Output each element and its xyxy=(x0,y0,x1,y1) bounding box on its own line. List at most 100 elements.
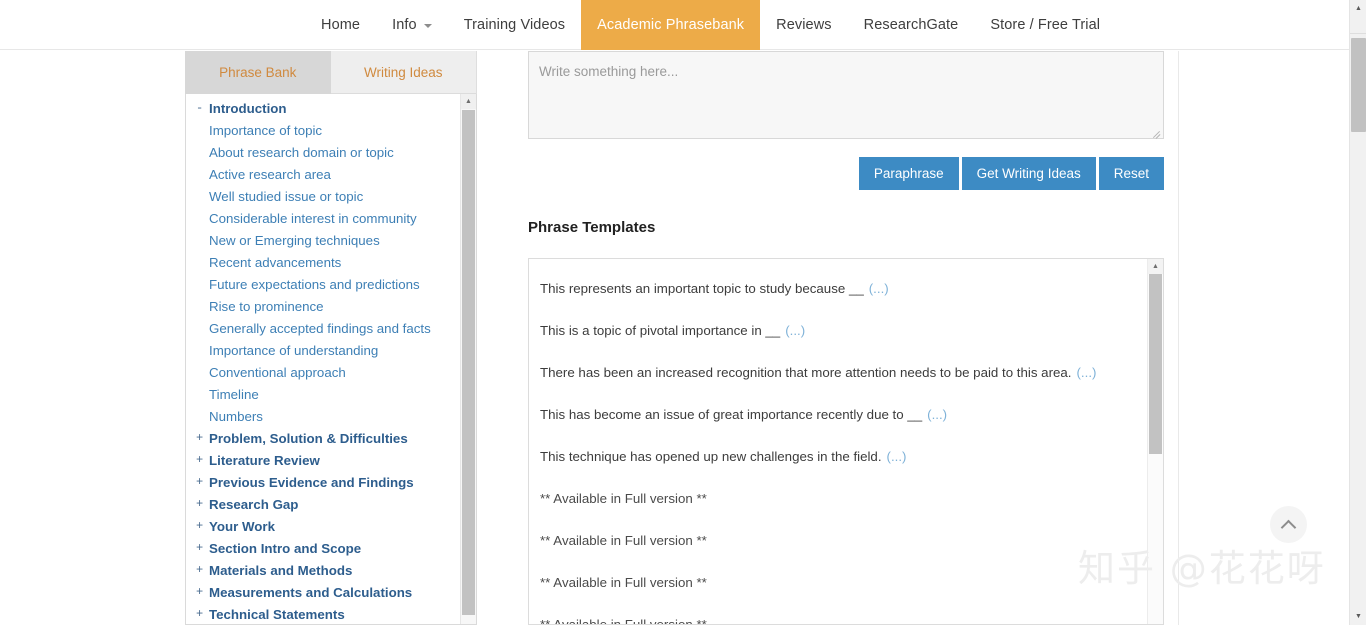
page-scrollbar-thumb[interactable] xyxy=(1351,38,1366,132)
tree-group-row[interactable]: + Previous Evidence and Findings xyxy=(186,471,461,493)
tree-group-row[interactable]: + Section Intro and Scope xyxy=(186,537,461,559)
nav-item-label: Training Videos xyxy=(463,17,566,33)
write-text-input[interactable] xyxy=(528,51,1164,139)
tree-group-row[interactable]: - Introduction xyxy=(186,97,461,119)
tree-leaf-row[interactable]: Future expectations and predictions xyxy=(186,273,461,295)
sidebar-scroll-up-icon[interactable]: ▲ xyxy=(461,94,476,109)
expand-icon[interactable]: + xyxy=(196,454,209,466)
expand-icon[interactable]: + xyxy=(196,608,209,620)
tree-item-label: Previous Evidence and Findings xyxy=(209,474,414,490)
phrase-template-expand-link[interactable]: (...) xyxy=(927,407,947,422)
phrase-bank-tree-panel: - Introduction Importance of topic About re… xyxy=(185,94,477,625)
get-writing-ideas-button[interactable]: Get Writing Ideas xyxy=(961,157,1096,190)
sidebar-scrollbar[interactable]: ▲ xyxy=(460,94,476,624)
phrase-template-row[interactable]: This technique has opened up new challen… xyxy=(540,435,1136,477)
expand-icon[interactable]: + xyxy=(196,542,209,554)
tree-item-label: Active research area xyxy=(209,166,331,182)
tree-item-label: Well studied issue or topic xyxy=(209,188,364,204)
templates-scrollbar-thumb[interactable] xyxy=(1149,274,1162,454)
tree-group-row[interactable]: + Research Gap xyxy=(186,493,461,515)
nav-item-label: ResearchGate xyxy=(863,17,959,33)
expand-icon[interactable]: + xyxy=(196,432,209,444)
nav-item-info[interactable]: Info xyxy=(376,0,448,50)
phrase-template-locked-row[interactable]: ** Available in Full version ** xyxy=(540,603,1136,625)
phrase-template-expand-link[interactable]: (...) xyxy=(869,281,889,296)
nav-item-academic-phrasebank[interactable]: Academic Phrasebank xyxy=(581,0,761,50)
tree-leaf-row[interactable]: Numbers xyxy=(186,405,461,427)
tree-leaf-row[interactable]: Considerable interest in community xyxy=(186,207,461,229)
phrase-template-locked-row[interactable]: ** Available in Full version ** xyxy=(540,561,1136,603)
phrase-template-locked-row[interactable]: ** Available in Full version ** xyxy=(540,519,1136,561)
watermark-text: 知乎 @花花呀 xyxy=(1078,547,1326,590)
nav-item-training-videos[interactable]: Training Videos xyxy=(448,0,581,50)
tree-item-label: Recent advancements xyxy=(209,254,342,270)
tree-leaf-row[interactable]: Active research area xyxy=(186,163,461,185)
tree-item-label: About research domain or topic xyxy=(209,144,394,160)
tree-leaf-row[interactable]: Rise to prominence xyxy=(186,295,461,317)
tree-leaf-row[interactable]: Timeline xyxy=(186,383,461,405)
scroll-to-top-button[interactable] xyxy=(1270,506,1307,543)
tree-item-label: Numbers xyxy=(209,408,263,424)
tree-leaf-row[interactable]: New or Emerging techniques xyxy=(186,229,461,251)
tree-leaf-row[interactable]: Importance of understanding xyxy=(186,339,461,361)
sidebar-tab-strip: Phrase Bank Writing Ideas xyxy=(185,51,477,94)
tree-group-row[interactable]: + Problem, Solution & Difficulties xyxy=(186,427,461,449)
nav-item-label: Store / Free Trial xyxy=(990,17,1101,33)
phrase-template-text: This has become an issue of great import… xyxy=(540,406,923,422)
tree-leaf-row[interactable]: Well studied issue or topic xyxy=(186,185,461,207)
nav-item-list: Home Info Training Videos Academic Phraseba… xyxy=(305,0,1349,50)
tree-group-row[interactable]: + Materials and Methods xyxy=(186,559,461,581)
tree-group-row[interactable]: + Literature Review xyxy=(186,449,461,471)
phrase-template-locked-row[interactable]: ** Available in Full version ** xyxy=(540,477,1136,519)
tree-item-label: Importance of understanding xyxy=(209,342,379,358)
reset-button[interactable]: Reset xyxy=(1098,157,1164,190)
tree-group-row[interactable]: + Measurements and Calculations xyxy=(186,581,461,603)
tree-item-label: Section Intro and Scope xyxy=(209,540,362,556)
expand-icon[interactable]: + xyxy=(196,586,209,598)
expand-icon[interactable]: + xyxy=(196,498,209,510)
nav-item-label: Home xyxy=(321,17,361,33)
nav-item-researchgate[interactable]: ResearchGate xyxy=(848,0,975,50)
phrase-template-text: ** Available in Full version ** xyxy=(540,490,707,506)
sidebar-tab-writing-ideas[interactable]: Writing Ideas xyxy=(330,51,476,94)
expand-icon[interactable]: + xyxy=(196,520,209,532)
sidebar-tab-phrase-bank[interactable]: Phrase Bank xyxy=(185,51,331,94)
phrase-template-expand-link[interactable]: (...) xyxy=(785,323,805,338)
action-button-row: Paraphrase Get Writing Ideas Reset xyxy=(528,157,1164,190)
nav-item-home[interactable]: Home xyxy=(305,0,376,50)
phrase-template-expand-link[interactable]: (...) xyxy=(887,449,907,464)
expand-icon[interactable]: + xyxy=(196,476,209,488)
tree-leaf-row[interactable]: Conventional approach xyxy=(186,361,461,383)
tree-group-row[interactable]: + Technical Statements xyxy=(186,603,461,624)
collapse-icon[interactable]: - xyxy=(196,102,209,114)
tree-leaf-row[interactable]: Recent advancements xyxy=(186,251,461,273)
phrase-template-text: There has been an increased recognition … xyxy=(540,364,1072,380)
tree-leaf-row[interactable]: Generally accepted findings and facts xyxy=(186,317,461,339)
phrase-templates-list: This represents an important topic to st… xyxy=(529,267,1147,625)
page-scrollbar[interactable]: ▲ ▼ xyxy=(1349,0,1366,625)
phrase-template-text: This technique has opened up new challen… xyxy=(540,448,882,464)
page-scroll-up-icon[interactable]: ▲ xyxy=(1350,0,1366,17)
tree-item-label: Research Gap xyxy=(209,496,299,512)
chevron-down-icon xyxy=(423,24,432,28)
templates-scroll-up-icon[interactable]: ▲ xyxy=(1148,259,1163,274)
tree-item-label: Technical Statements xyxy=(209,606,345,622)
phrase-template-row[interactable]: This represents an important topic to st… xyxy=(540,267,1136,309)
phrase-template-expand-link[interactable]: (...) xyxy=(1077,365,1097,380)
tree-item-label: Introduction xyxy=(209,100,287,116)
nav-item-store-free-trial[interactable]: Store / Free Trial xyxy=(974,0,1116,50)
phrase-template-row[interactable]: This has become an issue of great import… xyxy=(540,393,1136,435)
phrase-bank-tree: - Introduction Importance of topic About re… xyxy=(186,97,461,624)
expand-icon[interactable]: + xyxy=(196,564,209,576)
phrase-template-text: This is a topic of pivotal importance in… xyxy=(540,322,781,338)
tree-item-label: Problem, Solution & Difficulties xyxy=(209,430,408,446)
nav-item-reviews[interactable]: Reviews xyxy=(760,0,848,50)
tree-leaf-row[interactable]: Importance of topic xyxy=(186,119,461,141)
sidebar-scrollbar-thumb[interactable] xyxy=(462,110,475,615)
phrase-template-row[interactable]: There has been an increased recognition … xyxy=(540,351,1136,393)
tree-group-row[interactable]: + Your Work xyxy=(186,515,461,537)
page-scroll-down-icon[interactable]: ▼ xyxy=(1350,608,1366,625)
paraphrase-button[interactable]: Paraphrase xyxy=(858,157,959,190)
phrase-template-row[interactable]: This is a topic of pivotal importance in… xyxy=(540,309,1136,351)
tree-leaf-row[interactable]: About research domain or topic xyxy=(186,141,461,163)
